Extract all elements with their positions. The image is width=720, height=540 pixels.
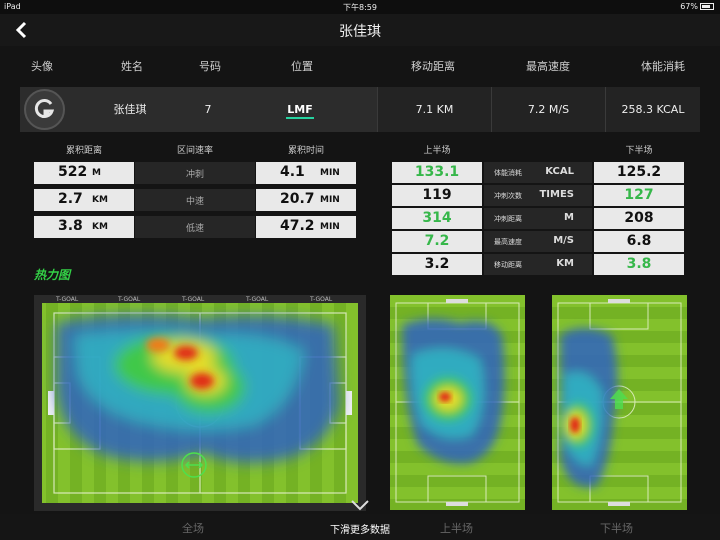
- zone-distance-value: 2.7: [58, 191, 83, 207]
- second-half-value: 6.8: [594, 231, 684, 252]
- navigation-bar: 张佳琪: [0, 14, 720, 46]
- zone-time-value: 47.2: [280, 218, 315, 234]
- second-half-value: 127: [594, 185, 684, 206]
- half-metric-label: 最高速度: [494, 238, 522, 246]
- zone-speed-cell: 冲刺: [135, 162, 255, 184]
- half-metric-unit: TIMES: [539, 189, 574, 200]
- zone-distance-cell: 2.7 KM: [34, 189, 134, 211]
- half-metric-cell: 冲刺距离 M: [484, 208, 592, 229]
- player-position-cell: LMF: [275, 87, 325, 132]
- half-metric-unit: KCAL: [545, 166, 574, 177]
- col-header-number: 号码: [199, 60, 221, 73]
- half-metric-label: 体能消耗: [494, 169, 522, 177]
- zone-time-unit: MIN: [320, 195, 340, 205]
- avatar: [24, 89, 65, 130]
- player-energy: 258.3 KCAL: [605, 87, 700, 132]
- zone-time-cell: 20.7 MIN: [256, 189, 356, 211]
- player-position: LMF: [287, 103, 313, 116]
- tab-first-half[interactable]: 上半场: [440, 520, 473, 536]
- col-header-name: 姓名: [121, 60, 143, 73]
- zone-time-value: 20.7: [280, 191, 315, 207]
- tgoal-logo-icon: [34, 99, 55, 118]
- tab-full-match[interactable]: 全场: [182, 520, 204, 536]
- page-title: 张佳琪: [339, 24, 381, 40]
- col-header-avatar: 头像: [31, 60, 53, 73]
- heatmap-second-half[interactable]: [552, 295, 687, 510]
- svg-text:T-GOAL: T-GOAL: [117, 296, 141, 303]
- half-metric-cell: 移动距离 KM: [484, 254, 592, 275]
- battery-percent: 67%: [680, 2, 698, 11]
- zone-speed-cell: 低速: [135, 216, 255, 238]
- half-metric-label: 移动距离: [494, 261, 522, 269]
- zone-distance-cell: 522 M: [34, 162, 134, 184]
- second-half-value: 3.8: [594, 254, 684, 275]
- first-half-value: 133.1: [392, 162, 482, 183]
- half-header-second: 下半场: [625, 146, 653, 156]
- battery-indicator: 67%: [680, 2, 714, 11]
- zone-speed-label: 冲刺: [185, 170, 204, 180]
- board-text: T-GOAL: [55, 296, 79, 303]
- heatmap-first-half[interactable]: [390, 295, 525, 510]
- battery-icon: [700, 3, 714, 10]
- half-metric-unit: KM: [556, 258, 574, 269]
- zone-time-value: 4.1: [280, 164, 305, 180]
- zone-distance-unit: KM: [92, 222, 108, 232]
- half-metric-label: 冲刺次数: [494, 192, 522, 200]
- zone-distance-cell: 3.8 KM: [34, 216, 134, 238]
- player-top-speed: 7.2 M/S: [491, 87, 605, 132]
- col-header-top-speed: 最高速度: [526, 60, 570, 73]
- half-metric-cell: 最高速度 M/S: [484, 231, 592, 252]
- heatmap-title: 热力图: [34, 268, 71, 282]
- tab-second-half[interactable]: 下半场: [600, 520, 633, 536]
- player-name: 张佳琪: [113, 103, 147, 116]
- first-half-value: 3.2: [392, 254, 482, 275]
- zone-header-time: 累积时间: [287, 146, 324, 156]
- first-half-value: 314: [392, 208, 482, 229]
- half-metric-label: 冲刺距离: [494, 215, 522, 223]
- scroll-more-hint[interactable]: 下滑更多数据: [330, 521, 390, 536]
- zone-time-cell: 47.2 MIN: [256, 216, 356, 238]
- zone-distance-value: 3.8: [58, 218, 83, 234]
- zone-header-speed: 区间速率: [176, 146, 213, 156]
- half-metric-cell: 冲刺次数 TIMES: [484, 185, 592, 206]
- zone-speed-label: 中速: [185, 197, 204, 207]
- second-half-value: 208: [594, 208, 684, 229]
- col-header-position: 位置: [291, 60, 313, 73]
- zone-distance-unit: KM: [92, 195, 108, 205]
- zone-header-distance: 累积距离: [65, 146, 102, 156]
- player-number: 7: [204, 103, 212, 116]
- zone-distance-unit: M: [92, 168, 101, 178]
- zone-time-cell: 4.1 MIN: [256, 162, 356, 184]
- half-metric-cell: 体能消耗 KCAL: [484, 162, 592, 183]
- svg-text:T-GOAL: T-GOAL: [309, 296, 333, 303]
- zone-distance-value: 522: [58, 164, 88, 180]
- zone-speed-label: 低速: [185, 224, 204, 234]
- chevron-down-icon: [351, 500, 369, 511]
- zone-speed-cell: 中速: [135, 189, 255, 211]
- player-distance: 7.1 KM: [377, 87, 491, 132]
- first-half-value: 119: [392, 185, 482, 206]
- half-header-first: 上半场: [423, 146, 451, 156]
- svg-text:T-GOAL: T-GOAL: [245, 296, 269, 303]
- status-bar: iPad 下午8:59 67%: [0, 0, 720, 14]
- zone-time-unit: MIN: [320, 222, 340, 232]
- first-half-value: 7.2: [392, 231, 482, 252]
- svg-text:T-GOAL: T-GOAL: [181, 296, 205, 303]
- second-half-value: 125.2: [594, 162, 684, 183]
- heatmap-full-field[interactable]: T-GOAL T-GOAL T-GOAL T-GOAL T-GOAL: [34, 295, 366, 511]
- status-time: 下午8:59: [343, 3, 377, 12]
- col-header-distance: 移动距离: [411, 60, 455, 73]
- half-metric-unit: M/S: [553, 235, 574, 246]
- half-metric-unit: M: [564, 212, 574, 223]
- player-row: 张佳琪 7 LMF 7.1 KM 7.2 M/S 258.3 KCAL: [20, 87, 700, 132]
- col-header-energy: 体能消耗: [641, 60, 685, 73]
- zone-time-unit: MIN: [320, 168, 340, 178]
